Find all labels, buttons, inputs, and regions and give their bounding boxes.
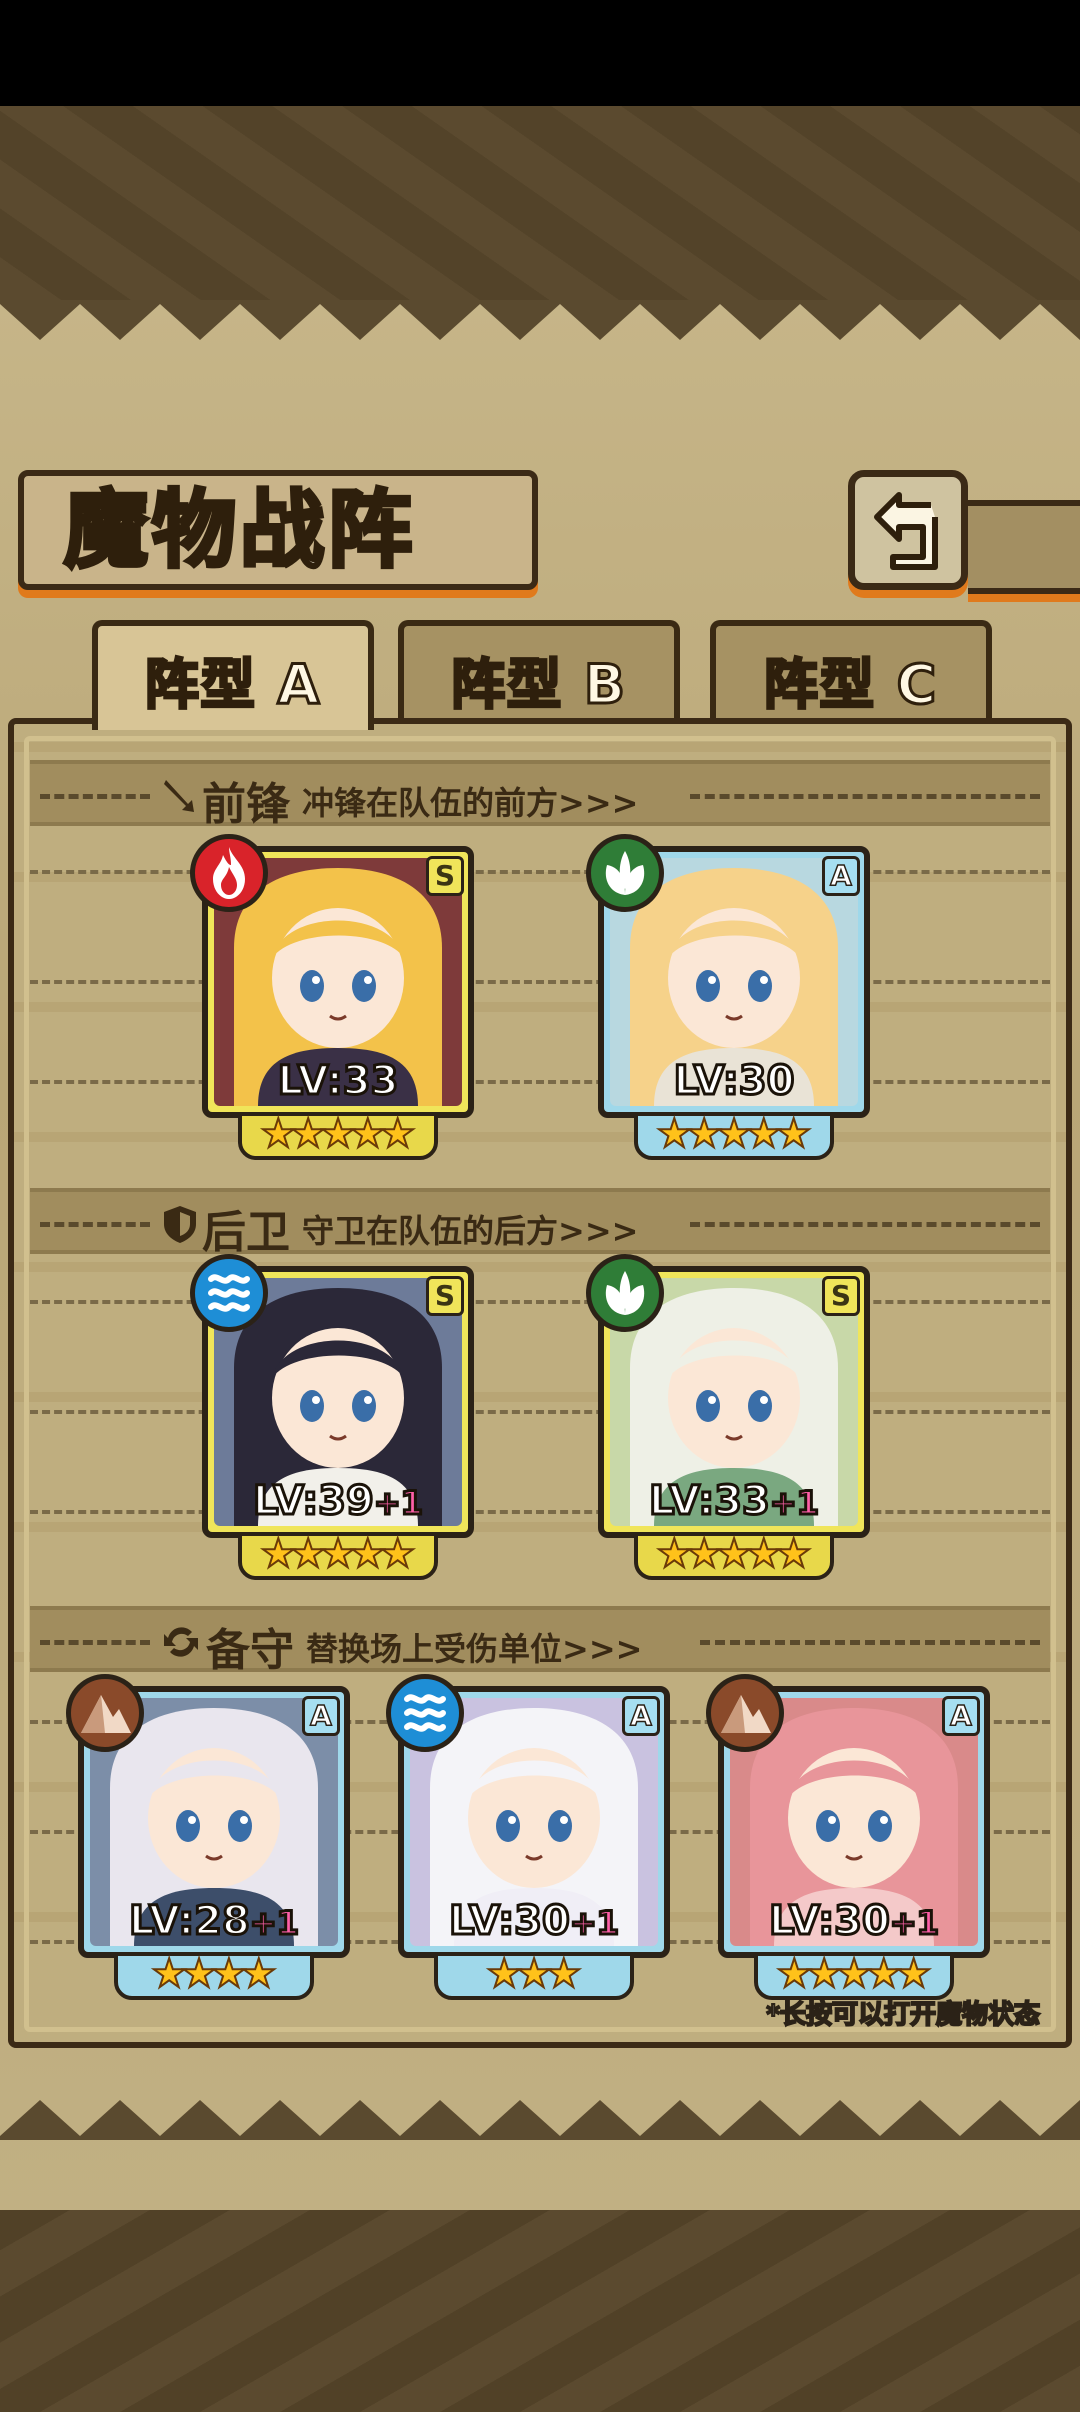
element-badge — [586, 1254, 664, 1332]
section-front-desc: 冲锋在队伍的前方>>> — [302, 784, 639, 822]
unit-level: LV:30+1 — [404, 1897, 664, 1946]
water-icon — [404, 1694, 446, 1732]
star-icon: ★ — [240, 1951, 278, 1997]
star-rating: ★★★★ — [114, 1952, 314, 2000]
tab-a-prefix: 阵型 — [143, 652, 257, 718]
level-text: LV:33 — [276, 1057, 400, 1106]
level-text: LV:30 — [768, 1897, 892, 1946]
level-text: LV:30 — [672, 1057, 796, 1106]
unit-level: LV:39+1 — [208, 1477, 468, 1526]
unit-level: LV:30+1 — [724, 1897, 984, 1946]
element-badge — [190, 834, 268, 912]
return-icon — [874, 492, 938, 570]
rank-badge: A — [942, 1696, 980, 1736]
section-rear-desc: 守卫在队伍的后方>>> — [302, 1212, 639, 1250]
section-reserve-header: 备守 替换场上受伤单位>>> — [30, 1606, 1050, 1676]
level-text: LV:33 — [648, 1477, 772, 1526]
map-background-bottom — [0, 2210, 1080, 2412]
level-plus: +1 — [568, 1903, 620, 1944]
rank-badge: S — [426, 1276, 464, 1316]
swap-icon — [164, 1627, 198, 1657]
level-plus: +1 — [888, 1903, 940, 1944]
star-rating: ★★★★★ — [754, 1952, 954, 2000]
element-badge — [706, 1674, 784, 1752]
star-rating: ★★★★★ — [238, 1112, 438, 1160]
unit-level: LV:30 — [604, 1057, 864, 1106]
sword-icon — [164, 780, 194, 812]
rank-badge: A — [622, 1696, 660, 1736]
section-front-name: 前锋 — [202, 779, 290, 830]
star-icon: ★ — [775, 1111, 813, 1157]
torn-edge-bottom — [0, 2100, 1080, 2140]
tab-c-prefix: 阵型 — [762, 652, 876, 718]
tab-b-letter: B — [582, 652, 627, 718]
rank-badge: A — [302, 1696, 340, 1736]
leaf-icon — [605, 1271, 645, 1315]
unit-level: LV:28+1 — [84, 1897, 344, 1946]
mountain-icon — [721, 1695, 771, 1733]
level-plus: +1 — [248, 1903, 300, 1944]
unit-level: LV:33+1 — [604, 1477, 864, 1526]
section-reserve-name: 备守 — [206, 1625, 294, 1676]
section-reserve-desc: 替换场上受伤单位>>> — [306, 1630, 643, 1668]
star-icon: ★ — [379, 1111, 417, 1157]
element-badge — [586, 834, 664, 912]
level-plus: +1 — [372, 1483, 424, 1524]
star-rating: ★★★★★ — [634, 1532, 834, 1580]
back-button[interactable] — [848, 470, 968, 590]
tab-formation-a[interactable]: 阵型 A — [92, 620, 374, 730]
shield-icon — [164, 1206, 196, 1243]
star-icon: ★ — [379, 1531, 417, 1577]
tab-b-prefix: 阵型 — [450, 652, 563, 718]
section-front-header: 前锋 冲锋在队伍的前方>>> — [30, 760, 1050, 830]
element-badge — [190, 1254, 268, 1332]
star-icon: ★ — [895, 1951, 933, 1997]
title-banner: 魔物战阵 — [18, 470, 538, 590]
level-plus: +1 — [768, 1483, 820, 1524]
tab-a-letter: A — [276, 652, 322, 718]
leaf-icon — [605, 851, 645, 895]
rank-badge: S — [822, 1276, 860, 1316]
page-title: 魔物战阵 — [62, 478, 417, 581]
level-text: LV:39 — [252, 1477, 376, 1526]
star-icon: ★ — [545, 1951, 583, 1997]
element-badge — [386, 1674, 464, 1752]
back-button-tail — [968, 500, 1080, 594]
rank-badge: S — [426, 856, 464, 896]
tab-formation-c[interactable]: 阵型 C — [710, 620, 992, 730]
water-icon — [208, 1274, 250, 1312]
torn-edge-top — [0, 300, 1080, 340]
section-rear-header: 后卫 守卫在队伍的后方>>> — [30, 1188, 1050, 1258]
section-rear-name: 后卫 — [202, 1207, 290, 1258]
star-icon: ★ — [775, 1531, 813, 1577]
star-rating: ★★★ — [434, 1952, 634, 2000]
star-rating: ★★★★★ — [238, 1532, 438, 1580]
status-bar — [0, 0, 1080, 106]
element-badge — [66, 1674, 144, 1752]
level-text: LV:28 — [128, 1897, 252, 1946]
star-rating: ★★★★★ — [634, 1112, 834, 1160]
fire-icon — [213, 847, 245, 899]
tab-c-letter: C — [895, 652, 939, 718]
rank-badge: A — [822, 856, 860, 896]
map-background-top — [0, 106, 1080, 306]
mountain-icon — [81, 1695, 131, 1733]
level-text: LV:30 — [448, 1897, 572, 1946]
tab-formation-b[interactable]: 阵型 B — [398, 620, 680, 730]
unit-level: LV:33 — [208, 1057, 468, 1106]
